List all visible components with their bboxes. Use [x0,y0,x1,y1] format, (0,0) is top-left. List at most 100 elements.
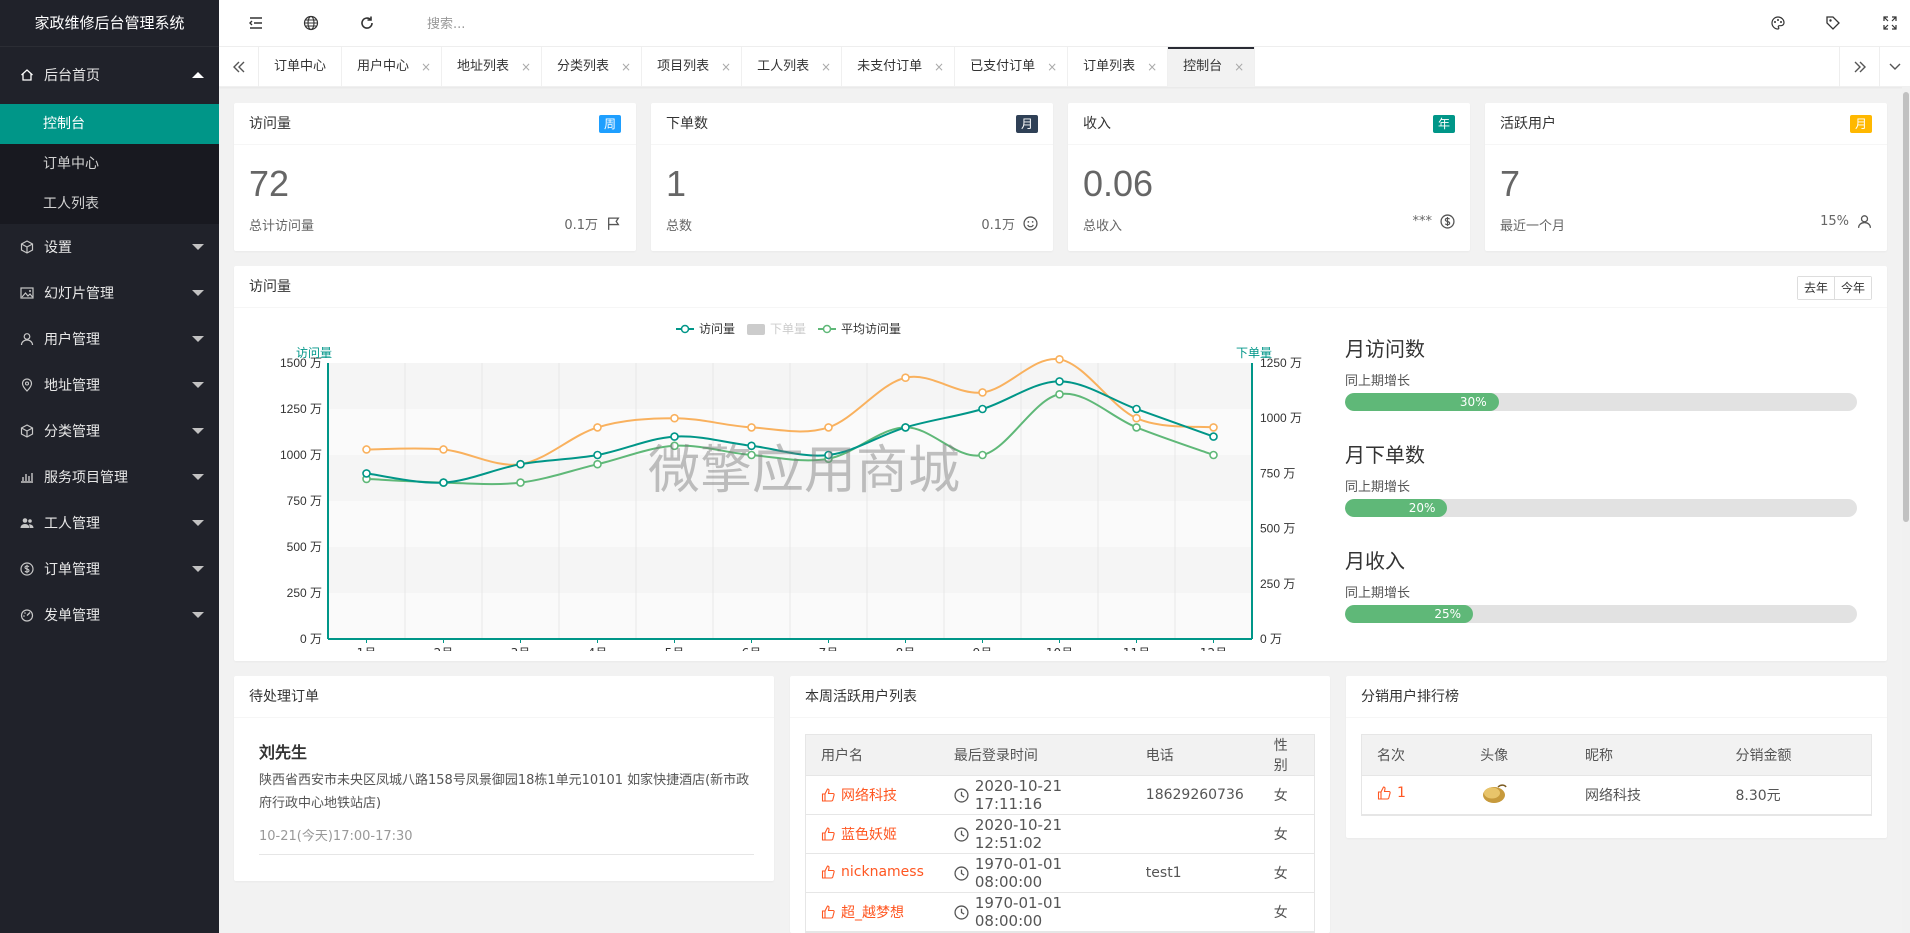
series-point[interactable] [516,459,525,469]
x-tick-label: 7月 [819,646,839,651]
tabs-scroll-right-icon[interactable] [1839,47,1879,87]
legend-item[interactable]: 下单量 [747,322,806,336]
series-point[interactable] [1132,404,1141,414]
sidebar-item-5[interactable]: 分类管理 [0,408,219,454]
sidebar-item-label: 地址管理 [44,378,100,394]
fullscreen-icon[interactable] [1881,14,1899,32]
last-year-button[interactable]: 去年 [1797,277,1834,299]
sidebar-item-9[interactable]: 发单管理 [0,592,219,638]
series-point[interactable] [593,423,602,432]
caret-down-icon [192,520,204,526]
flag-icon [598,216,621,231]
tabs-scroll-left-icon[interactable] [219,47,259,87]
this-year-button[interactable]: 今年 [1833,277,1871,299]
series-point[interactable] [1209,450,1218,460]
sidebar-item-7[interactable]: 工人管理 [0,500,219,546]
user-link[interactable]: 网络科技 [821,785,897,805]
table-row[interactable]: nicknamess 1970-01-01 08:00:00 test1 女 [806,853,1314,893]
series-point[interactable] [1132,423,1141,432]
series-point[interactable] [516,478,525,487]
series-point[interactable] [824,423,833,432]
sidebar-subitem[interactable]: 控制台 [0,104,219,144]
series-point[interactable] [1055,389,1064,399]
tab-close-icon[interactable]: × [1047,47,1057,87]
sidebar-item-2[interactable]: 幻灯片管理 [0,270,219,316]
series-point[interactable] [1209,432,1218,441]
search-input[interactable] [427,12,627,36]
series-point[interactable] [978,388,987,397]
series-point[interactable] [670,432,679,441]
progress-block: 月收入 同上期增长 25% [1345,545,1857,623]
tab-item[interactable]: 用户中心 × [342,47,443,87]
series-point[interactable] [439,478,448,487]
clock-icon [954,787,975,803]
table-row[interactable]: 超_越梦想 1970-01-01 08:00:00 女 [806,892,1314,932]
sidebar-subitem[interactable]: 工人列表 [0,184,219,224]
tab-item[interactable]: 已支付订单 × [955,47,1069,87]
sidebar-subitem[interactable]: 订单中心 [0,144,219,184]
series-point[interactable] [439,445,448,454]
series-point[interactable] [362,469,371,478]
caret-up-icon [192,72,204,78]
tab-close-icon[interactable]: × [421,47,431,87]
sidebar-item-3[interactable]: 用户管理 [0,316,219,362]
series-point[interactable] [1055,355,1064,364]
tab-item[interactable]: 地址列表 × [442,47,543,87]
series-point[interactable] [593,450,602,460]
scrollbar-thumb[interactable] [1903,92,1909,522]
tab-item[interactable]: 未支付订单 × [842,47,956,87]
sidebar-item-6[interactable]: 服务项目管理 [0,454,219,500]
series-point[interactable] [1132,413,1141,423]
tab-close-icon[interactable]: × [934,47,944,87]
tab-close-icon[interactable]: × [621,47,631,87]
series-point[interactable] [978,450,987,460]
series-point[interactable] [901,423,910,432]
sidebar-item-1[interactable]: 设置 [0,224,219,270]
legend-item[interactable]: 访问量 [676,322,735,336]
left-tick-label: 500 万 [287,540,322,554]
table-row[interactable]: 1 网络科技 8.30元 [1362,775,1871,815]
refresh-icon[interactable] [358,14,376,32]
series-point[interactable] [978,404,987,414]
tab-item[interactable]: 订单中心 [259,47,343,87]
sidebar-item-8[interactable]: 订单管理 [0,546,219,592]
tab-item[interactable]: 分类列表 × [542,47,643,87]
tab-close-icon[interactable]: × [821,47,831,87]
menu-toggle-icon[interactable] [247,14,265,32]
sidebar-item-0[interactable]: 后台首页 [0,46,219,104]
sidebar-item-label: 幻灯片管理 [44,286,114,302]
page-tabs: 订单中心 用户中心 × 地址列表 × 分类列表 × 项目列表 × 工人列表 × 未支付订单 × 已支付订单… [219,47,1910,87]
user-link[interactable]: 蓝色妖姬 [821,824,897,844]
pending-order-item[interactable]: 刘先生 陕西省西安市未央区凤城八路158号凤景御园18栋1单元10101 如家快… [259,739,754,855]
theme-palette-icon[interactable] [1769,14,1787,32]
series-point[interactable] [362,445,371,454]
tag-icon[interactable] [1824,14,1842,32]
sidebar-item-4[interactable]: 地址管理 [0,362,219,408]
page-scrollbar[interactable] [1902,87,1910,933]
table-row[interactable]: 蓝色妖姬 2020-10-21 12:51:02 女 [806,814,1314,854]
series-point[interactable] [1209,423,1218,432]
tab-item[interactable]: 订单列表 × [1068,47,1169,87]
avatar[interactable] [1480,781,1510,805]
tab-close-icon[interactable]: × [721,47,731,87]
series-point[interactable] [747,423,756,432]
user-link[interactable]: 超_越梦想 [821,902,904,922]
tab-close-icon[interactable]: × [1147,47,1157,87]
legend-item[interactable]: 平均访问量 [818,322,901,336]
tabs-menu-chevron-down-icon[interactable] [1879,47,1910,87]
tab-label: 控制台 [1183,59,1223,74]
active-users-panel: 本周活跃用户列表 用户名 最后登录时间 电话 性别 网络科技 2020-10-21 17… [790,676,1330,933]
series-point[interactable] [670,413,679,423]
globe-icon[interactable] [302,14,320,32]
tab-close-icon[interactable]: × [1234,47,1244,87]
user-link[interactable]: nicknamess [821,864,924,880]
tab-close-icon[interactable]: × [521,47,531,87]
tab-item[interactable]: 工人列表 × [742,47,843,87]
tab-item[interactable]: 项目列表 × [642,47,743,87]
sidebar-group: 工人管理 [0,500,219,546]
series-point[interactable] [593,459,602,469]
table-row[interactable]: 网络科技 2020-10-21 17:11:16 18629260736 女 [806,775,1314,815]
tab-item[interactable]: 控制台 × [1168,47,1256,87]
series-point[interactable] [1055,377,1064,386]
series-point[interactable] [901,373,910,383]
